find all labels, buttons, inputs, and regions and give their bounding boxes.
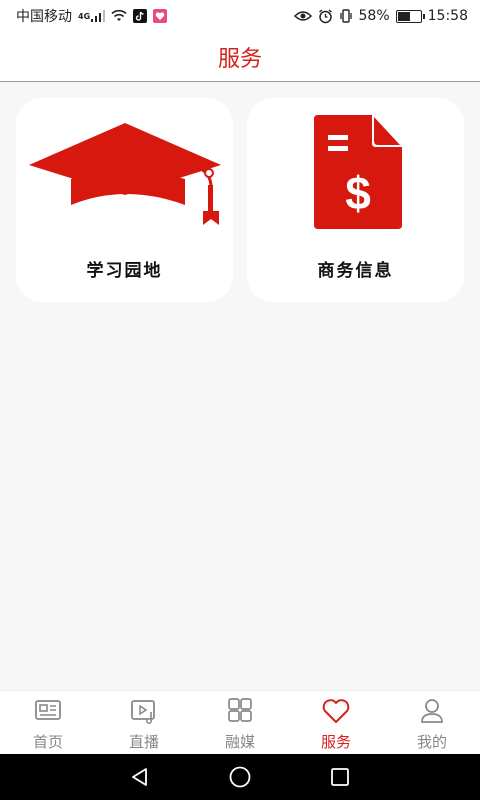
news-icon	[33, 697, 63, 729]
eye-icon	[293, 10, 312, 22]
video-music-icon	[129, 697, 159, 729]
tab-mine[interactable]: 我的	[384, 691, 480, 754]
battery-percent: 58%	[358, 8, 390, 24]
card-label: 学习园地	[86, 261, 163, 281]
tab-label: 直播	[128, 733, 159, 751]
grid-icon	[225, 697, 255, 729]
card-study-garden[interactable]: 学习园地	[16, 98, 233, 302]
heart-icon	[320, 697, 352, 729]
home-button[interactable]	[225, 762, 255, 792]
tab-home[interactable]: 首页	[0, 691, 96, 754]
recents-square-icon	[331, 768, 349, 786]
alarm-icon	[318, 8, 333, 24]
tab-label: 我的	[416, 733, 447, 751]
tab-label: 服务	[320, 733, 351, 751]
bottom-tab-bar: 首页 直播 融媒 服务 我的	[0, 690, 480, 754]
tab-service[interactable]: 服务	[288, 691, 384, 754]
battery-fill	[397, 11, 411, 21]
page-title: 服务	[217, 46, 262, 72]
back-button[interactable]	[125, 762, 155, 792]
home-circle-icon	[229, 766, 251, 788]
page-header: 服务	[0, 32, 480, 82]
status-time: 15:58	[427, 8, 468, 24]
tab-media[interactable]: 融媒	[192, 691, 288, 754]
heart-app-icon	[153, 9, 168, 23]
tab-live[interactable]: 直播	[96, 691, 192, 754]
user-icon	[417, 697, 447, 729]
back-triangle-icon	[132, 768, 147, 786]
card-business-info[interactable]: $ 商务信息	[247, 98, 464, 302]
svg-text:$: $	[345, 167, 371, 219]
status-right: 58% 15:58	[293, 8, 468, 24]
network-type: 4G	[78, 11, 91, 21]
carrier-name: 中国移动	[16, 9, 72, 25]
vibrate-icon	[339, 9, 353, 23]
signal-icon: 4G	[78, 10, 106, 22]
wifi-icon	[111, 10, 127, 22]
tab-label: 融媒	[224, 733, 255, 751]
battery-icon	[395, 9, 425, 23]
tiktok-icon	[133, 9, 148, 23]
graduation-cap-icon	[16, 98, 233, 248]
card-label: 商务信息	[317, 261, 394, 281]
status-bar: 中国移动 4G 58% 15:58	[0, 0, 480, 32]
status-left: 中国移动 4G	[16, 6, 168, 26]
system-nav-bar	[0, 754, 480, 800]
service-grid: 学习园地 $ 商务信息	[16, 98, 464, 302]
tab-label: 首页	[32, 733, 63, 751]
recents-button[interactable]	[325, 762, 355, 792]
dollar-document-icon: $	[247, 98, 464, 248]
